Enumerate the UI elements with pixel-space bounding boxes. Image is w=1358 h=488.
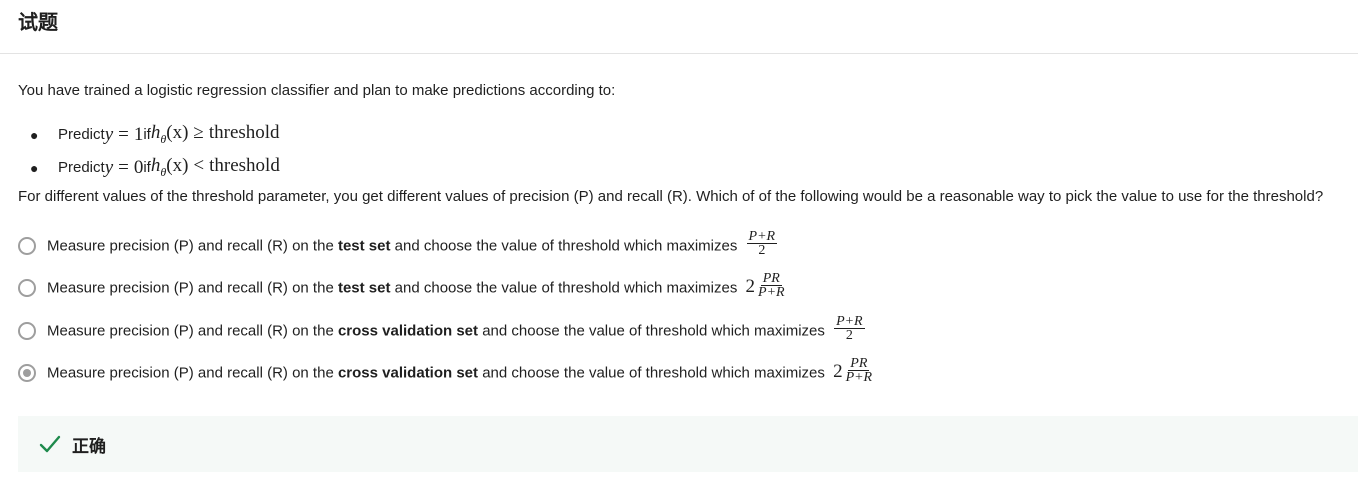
header: 试题 bbox=[0, 0, 1358, 54]
radio-button-selected[interactable] bbox=[18, 364, 36, 382]
prediction-rules: ● Predict y = 1 if hθ(x) ≥ threshold ● Predi… bbox=[18, 118, 280, 184]
math-val: 0 bbox=[133, 156, 144, 178]
math-op: ≥ bbox=[193, 122, 204, 144]
math-var: y bbox=[104, 156, 114, 178]
rule-predict-1: ● Predict y = 1 if hθ(x) ≥ threshold bbox=[18, 118, 280, 151]
rule-math: y = 0 bbox=[105, 157, 144, 179]
answer-option-1[interactable]: Measure precision (P) and recall (R) on … bbox=[18, 228, 778, 261]
option-text-pre: Measure precision (P) and recall (R) on … bbox=[47, 363, 338, 381]
radio-button[interactable] bbox=[18, 279, 36, 297]
bullet-icon: ● bbox=[30, 159, 39, 176]
formula-coefficient: 2 bbox=[833, 360, 843, 382]
math-word: threshold bbox=[208, 122, 280, 144]
feedback-banner: 正确 bbox=[18, 416, 1358, 472]
page-title: 试题 bbox=[18, 12, 58, 34]
option-label: Measure precision (P) and recall (R) on … bbox=[47, 355, 875, 387]
option-label: Measure precision (P) and recall (R) on … bbox=[47, 313, 865, 345]
option-text-post: and choose the value of threshold which … bbox=[478, 321, 825, 339]
answer-option-3[interactable]: Measure precision (P) and recall (R) on … bbox=[18, 313, 865, 346]
option-label: Measure precision (P) and recall (R) on … bbox=[47, 228, 778, 260]
rule-if: if bbox=[143, 126, 151, 143]
option-text-post: and choose the value of threshold which … bbox=[478, 363, 825, 381]
math-val: 1 bbox=[133, 123, 144, 145]
formula-fraction: P+R 2 bbox=[834, 313, 865, 343]
option-text-pre: Measure precision (P) and recall (R) on … bbox=[47, 236, 338, 254]
formula-fraction: PR P+R bbox=[844, 355, 875, 385]
option-text-post: and choose the value of threshold which … bbox=[390, 236, 738, 254]
answer-option-2[interactable]: Measure precision (P) and recall (R) on … bbox=[18, 270, 787, 303]
rule-prefix: Predict bbox=[58, 159, 105, 176]
radio-button[interactable] bbox=[18, 322, 36, 340]
fraction-numerator: PR bbox=[848, 355, 870, 371]
math-var: y bbox=[104, 123, 114, 145]
rule-predict-0: ● Predict y = 0 if hθ(x) < threshold bbox=[18, 151, 280, 184]
math-arg: (x) bbox=[166, 155, 189, 177]
option-text-post: and choose the value of threshold which … bbox=[390, 278, 738, 296]
checkmark-icon bbox=[39, 435, 61, 453]
fraction-numerator: P+R bbox=[834, 313, 865, 329]
bullet-icon: ● bbox=[30, 126, 39, 143]
math-fn: h bbox=[150, 155, 161, 177]
fraction-denominator: 2 bbox=[845, 327, 853, 343]
formula-coefficient: 2 bbox=[745, 275, 756, 297]
option-label: Measure precision (P) and recall (R) on … bbox=[47, 270, 787, 302]
math-word: threshold bbox=[209, 155, 280, 177]
rule-math: y = 1 bbox=[105, 124, 144, 146]
math-fn: h bbox=[150, 122, 161, 144]
formula-fraction: P+R 2 bbox=[746, 228, 778, 258]
option-text-bold: cross validation set bbox=[337, 321, 479, 339]
fraction-denominator: P+R bbox=[845, 369, 873, 385]
math-eq: = bbox=[118, 123, 129, 145]
question-intro: You have trained a logistic regression c… bbox=[18, 82, 616, 99]
radio-button[interactable] bbox=[18, 237, 36, 255]
quiz-page: 试题 You have trained a logistic regressio… bbox=[0, 0, 1358, 488]
fraction-denominator: 2 bbox=[758, 242, 766, 258]
fraction-numerator: P+R bbox=[746, 228, 778, 244]
fraction-denominator: P+R bbox=[758, 284, 785, 300]
option-text-pre: Measure precision (P) and recall (R) on … bbox=[47, 321, 338, 339]
feedback-text: 正确 bbox=[72, 436, 106, 456]
rule-hypothesis: hθ(x) ≥ threshold bbox=[151, 122, 280, 147]
math-op: < bbox=[193, 155, 205, 177]
option-text-bold: test set bbox=[337, 278, 391, 296]
option-text-bold: test set bbox=[337, 236, 391, 254]
rule-hypothesis: hθ(x) < threshold bbox=[151, 155, 280, 180]
option-text-pre: Measure precision (P) and recall (R) on … bbox=[47, 278, 338, 296]
answer-option-4[interactable]: Measure precision (P) and recall (R) on … bbox=[18, 355, 875, 388]
rule-if: if bbox=[143, 159, 151, 176]
math-arg: (x) bbox=[166, 122, 189, 144]
math-eq: = bbox=[118, 156, 129, 178]
formula-fraction: PR P+R bbox=[756, 270, 787, 300]
question-prompt: For different values of the threshold pa… bbox=[18, 188, 1324, 205]
option-text-bold: cross validation set bbox=[337, 363, 479, 381]
rule-prefix: Predict bbox=[58, 126, 105, 143]
fraction-numerator: PR bbox=[760, 270, 782, 286]
